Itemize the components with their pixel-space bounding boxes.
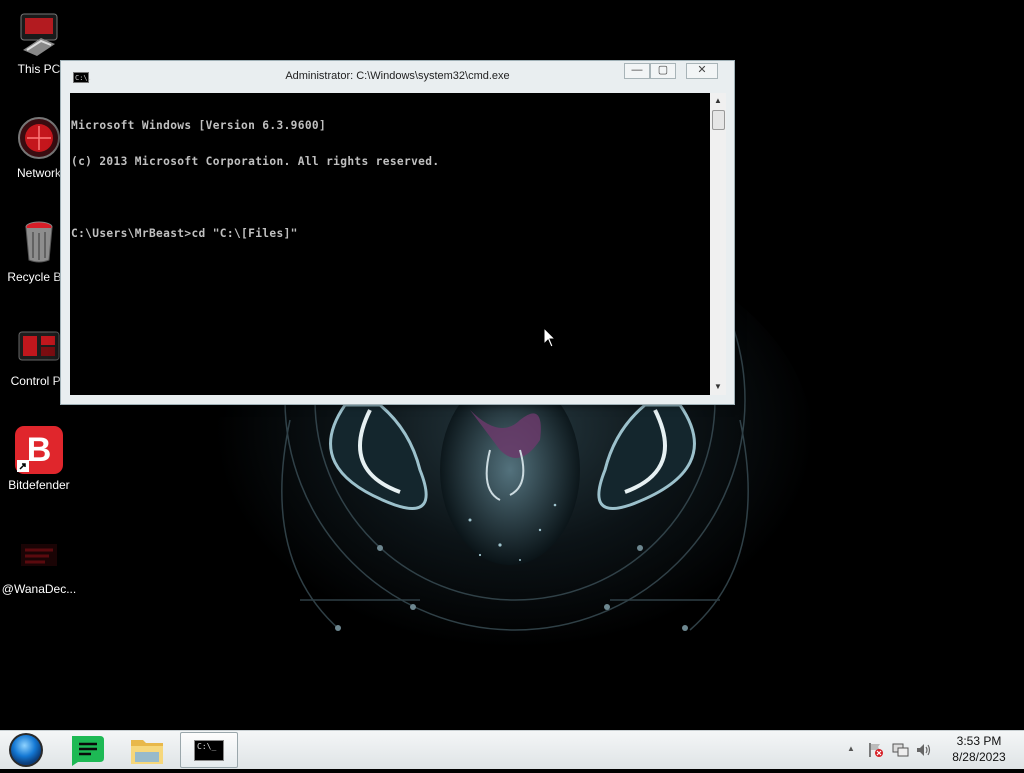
desktop-icon-wanadecryptor[interactable]: @WanaDec... [0,530,78,596]
network-icon[interactable] [891,742,909,758]
clock-date: 8/28/2023 [952,750,1006,764]
window-titlebar[interactable]: C:\. Administrator: C:\Windows\system32\… [61,61,734,93]
clock-time: 3:53 PM [956,734,1002,748]
console-output[interactable]: Microsoft Windows [Version 6.3.9600] (c)… [70,93,710,395]
minimize-icon: — [631,64,643,76]
wanadecryptor-icon [15,530,63,578]
start-button[interactable] [4,732,48,768]
shortcut-arrow-icon [17,460,29,472]
notification-area: ▲ [845,739,945,761]
console-line: (c) 2013 Microsoft Corporation. All righ… [71,155,440,168]
scroll-down-arrow-icon[interactable]: ▼ [710,379,726,395]
close-button[interactable]: ✕ [686,63,718,79]
console-prompt-line: C:\Users\MrBeast>cd "C:\[Files]" [71,227,298,240]
taskbar-file-explorer[interactable] [125,732,169,768]
bitdefender-glyph: B [26,431,52,469]
cmd-window[interactable]: C:\. Administrator: C:\Windows\system32\… [60,60,735,405]
network-globe-icon [15,114,63,162]
console-line: Microsoft Windows [Version 6.3.9600] [71,119,327,132]
system-clock[interactable]: 3:53 PM 8/28/2023 [940,733,1018,765]
volume-icon[interactable] [915,742,933,758]
scroll-up-arrow-icon[interactable]: ▲ [710,93,726,109]
taskbar: C:\_ ▲ 3:53 PM 8/28/2023 [0,730,1024,769]
scrollbar-thumb[interactable] [712,110,725,130]
computer-icon [15,10,63,58]
file-explorer-icon [131,740,163,764]
mouse-pointer-icon [543,327,557,348]
desktop-icon-label: @WanaDec... [1,582,77,596]
taskbar-notes-app[interactable] [64,732,108,768]
command-prompt-icon: C:\_ [194,740,224,761]
desktop-icon-label: Bitdefender [8,478,70,492]
maximize-button[interactable]: ▢ [650,63,676,79]
maximize-icon: ▢ [657,64,669,76]
command-prompt-glyph: C:\_ [197,742,217,751]
desktop-icon-bitdefender[interactable]: B Bitdefender [0,426,78,492]
close-icon: ✕ [697,64,707,76]
vertical-scrollbar[interactable]: ▲ ▼ [710,93,726,395]
start-orb-icon [9,733,43,767]
action-center-flag-icon[interactable] [867,742,885,758]
recycle-bin-icon [15,218,63,266]
notes-app-icon [72,736,104,766]
show-hidden-icons-chevron[interactable]: ▲ [847,744,855,753]
bitdefender-icon: B [15,426,63,474]
minimize-button[interactable]: — [624,63,650,79]
control-panel-icon [15,322,63,370]
taskbar-command-prompt[interactable]: C:\_ [180,732,238,768]
